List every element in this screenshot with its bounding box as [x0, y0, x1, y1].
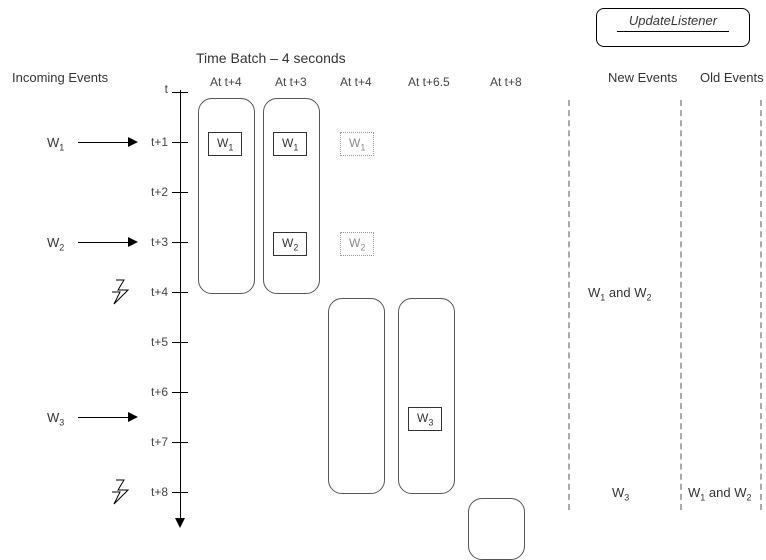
window-col-2-w2: W2 [273, 232, 307, 256]
tick-t3 [172, 242, 188, 243]
tick-t5 [172, 342, 188, 343]
incoming-events-label: Incoming Events [12, 70, 108, 85]
lightning-icon [110, 278, 138, 306]
update-listener-label: UpdateListener [617, 13, 729, 28]
tick-t6 [172, 392, 188, 393]
tick-label-t0: t [138, 82, 168, 96]
old-events-label: Old Events [700, 70, 764, 85]
col-head-3: At t+4 [340, 75, 372, 89]
tick-t2 [172, 192, 188, 193]
new-events-t8: W3 [612, 485, 629, 503]
tick-label-t4: t+4 [138, 285, 168, 299]
dashed-separator-2 [680, 100, 682, 510]
diagram-stage: UpdateListener Time Batch – 4 seconds In… [0, 0, 766, 540]
tick-t1 [172, 142, 188, 143]
lightning-icon [110, 478, 138, 506]
incoming-w1-arrow-head [128, 137, 138, 147]
tick-t7 [172, 442, 188, 443]
new-events-label: New Events [608, 70, 677, 85]
window-col-2 [263, 98, 320, 294]
window-col-4-w3: W3 [408, 407, 442, 431]
window-col-3-w1-expired: W1 [340, 132, 374, 156]
tick-label-t3: t+3 [138, 235, 168, 249]
incoming-w2-label: W2 [47, 235, 64, 253]
tick-t0 [172, 92, 188, 93]
window-col-1 [198, 98, 255, 294]
tick-t4 [172, 292, 188, 293]
tick-t8 [172, 492, 188, 493]
diagram-title: Time Batch – 4 seconds [196, 50, 346, 66]
new-events-t4: W1 and W2 [588, 285, 652, 303]
time-axis-line [180, 90, 181, 520]
window-col-4 [398, 298, 455, 494]
col-head-4: At t+6.5 [408, 75, 450, 89]
update-listener-box: UpdateListener [596, 8, 750, 47]
window-col-5 [468, 498, 525, 560]
tick-label-t5: t+5 [138, 335, 168, 349]
incoming-w3-arrow-line [78, 417, 128, 418]
incoming-w1-arrow-line [78, 142, 128, 143]
incoming-w3-label: W3 [47, 410, 64, 428]
incoming-w3-arrow-head [128, 412, 138, 422]
window-col-2-w1: W1 [273, 132, 307, 156]
window-col-3 [328, 298, 385, 494]
old-events-t8: W1 and W2 [688, 485, 752, 503]
col-head-2: At t+3 [275, 75, 307, 89]
tick-label-t2: t+2 [138, 185, 168, 199]
col-head-5: At t+8 [490, 75, 522, 89]
dashed-separator-1 [568, 100, 570, 510]
time-axis-arrowhead [175, 518, 185, 528]
incoming-w2-arrow-head [128, 237, 138, 247]
incoming-w2-arrow-line [78, 242, 128, 243]
col-head-1: At t+4 [210, 75, 242, 89]
incoming-w1-label: W1 [47, 135, 64, 153]
window-col-3-w2-expired: W2 [340, 232, 374, 256]
tick-label-t8: t+8 [138, 485, 168, 499]
dashed-separator-3 [760, 100, 762, 510]
tick-label-t6: t+6 [138, 385, 168, 399]
window-col-1-w1: W1 [208, 132, 242, 156]
tick-label-t1: t+1 [138, 135, 168, 149]
tick-label-t7: t+7 [138, 435, 168, 449]
